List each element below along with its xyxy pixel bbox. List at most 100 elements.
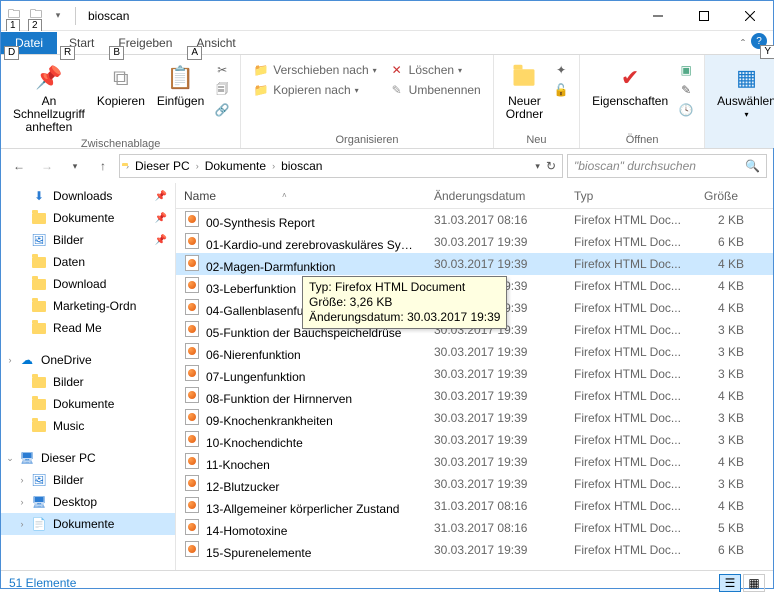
file-row[interactable]: 08-Funktion der Hirnnerven30.03.2017 19:… (176, 385, 773, 407)
pin-to-quickaccess-button[interactable]: 📌 An Schnellzugriff anheften (7, 59, 91, 136)
tree-label: Bilder (53, 233, 84, 247)
tab-file[interactable]: Datei D (1, 32, 57, 54)
file-date: 30.03.2017 19:39 (426, 389, 566, 403)
file-row[interactable]: 00-Synthesis Report31.03.2017 08:16Firef… (176, 209, 773, 231)
file-row[interactable]: 14-Homotoxine31.03.2017 08:16Firefox HTM… (176, 517, 773, 539)
copy-button[interactable]: ⧉ Kopieren (91, 59, 151, 110)
window-title: bioscan (88, 9, 129, 23)
address-bar[interactable]: › Dieser PC › Dokumente › bioscan ▾ ↻ (119, 154, 563, 178)
delete-icon: ✕ (389, 62, 405, 78)
file-row[interactable]: 10-Knochendichte30.03.2017 19:39Firefox … (176, 429, 773, 451)
tab-start[interactable]: Start R (57, 32, 106, 54)
expand-icon[interactable]: › (17, 519, 27, 529)
close-button[interactable] (727, 1, 773, 31)
file-row[interactable]: 02-Magen-Darmfunktion30.03.2017 19:39Fir… (176, 253, 773, 275)
properties-button[interactable]: ✔ Eigenschaften (586, 59, 674, 110)
tree-item[interactable]: Marketing-Ordn (1, 295, 175, 317)
html-file-icon (184, 321, 200, 337)
tab-share[interactable]: Freigeben B (106, 32, 184, 54)
file-name: 07-Lungenfunktion (206, 370, 305, 384)
tree-item[interactable]: ›📄Dokumente (1, 513, 175, 535)
column-type[interactable]: Typ (566, 189, 696, 203)
new-folder-button[interactable]: Neuer Ordner (500, 59, 549, 123)
new-item-icon: ✦ (553, 62, 569, 78)
open-button[interactable]: ▣ (676, 61, 696, 79)
qat-properties[interactable]: 🗀 2 (25, 5, 47, 27)
file-type: Firefox HTML Doc... (566, 433, 696, 447)
expand-icon[interactable]: › (17, 475, 27, 485)
dropdown-button[interactable]: ▾ (535, 161, 540, 172)
easy-access-button[interactable]: 🔓 (551, 81, 571, 99)
tree-item[interactable]: ›☁OneDrive (1, 349, 175, 371)
tree-item[interactable]: ⬇Downloads📌 (1, 185, 175, 207)
new-item-button[interactable]: ✦ (551, 61, 571, 79)
file-row[interactable]: 07-Lungenfunktion30.03.2017 19:39Firefox… (176, 363, 773, 385)
tree-item[interactable]: Read Me (1, 317, 175, 339)
rename-button[interactable]: ✎Umbenennen (387, 81, 483, 99)
file-list-body[interactable]: Typ: Firefox HTML Document Größe: 3,26 K… (176, 209, 773, 570)
history-button[interactable]: 🕓 (676, 101, 696, 119)
group-label: Neu (526, 132, 546, 146)
collapse-ribbon-button[interactable]: ˆ (741, 37, 745, 51)
forward-button[interactable]: → (35, 154, 59, 178)
file-row[interactable]: 11-Knochen30.03.2017 19:39Firefox HTML D… (176, 451, 773, 473)
file-row[interactable]: 13-Allgemeiner körperlicher Zustand31.03… (176, 495, 773, 517)
tree-item[interactable]: Dokumente (1, 393, 175, 415)
cut-icon: ✂ (214, 62, 230, 78)
navigation-tree[interactable]: ⬇Downloads📌Dokumente📌🖼Bilder📌DatenDownlo… (1, 183, 176, 570)
delete-button[interactable]: ✕Löschen ▾ (387, 61, 483, 79)
group-label: Öffnen (626, 132, 659, 146)
select-button[interactable]: ▦ Auswählen ▾ (711, 59, 774, 123)
chevron-right-icon[interactable]: › (272, 161, 275, 171)
column-name[interactable]: Name ˄ (176, 189, 426, 203)
paste-button[interactable]: 📋 Einfügen (151, 59, 210, 110)
chevron-right-icon[interactable]: › (196, 161, 199, 171)
qat-nav-back[interactable]: 🗀 1 (3, 5, 25, 27)
tree-item[interactable]: ›🖼Bilder (1, 469, 175, 491)
file-size: 3 KB (696, 345, 752, 359)
tree-item[interactable]: Download (1, 273, 175, 295)
file-row[interactable]: 09-Knochenkrankheiten30.03.2017 19:39Fir… (176, 407, 773, 429)
rename-icon: ✎ (389, 82, 405, 98)
cut-button[interactable]: ✂ (212, 61, 232, 79)
tree-label: Bilder (53, 375, 84, 389)
expand-icon[interactable]: › (5, 355, 15, 365)
tree-item[interactable]: Dokumente📌 (1, 207, 175, 229)
file-row[interactable]: 06-Nierenfunktion30.03.2017 19:39Firefox… (176, 341, 773, 363)
tree-item[interactable]: ›🖥Desktop (1, 491, 175, 513)
refresh-button[interactable]: ↻ (546, 159, 556, 173)
file-row[interactable]: 15-Spurenelemente30.03.2017 19:39Firefox… (176, 539, 773, 561)
column-date[interactable]: Änderungsdatum (426, 189, 566, 203)
button-label: Eigenschaften (592, 95, 668, 108)
column-size[interactable]: Größe (696, 189, 752, 203)
breadcrumb-item[interactable]: Dokumente (203, 159, 268, 173)
move-to-button[interactable]: 📁Verschieben nach ▾ (251, 61, 378, 79)
tab-view[interactable]: Ansicht A (184, 32, 247, 54)
copy-to-button[interactable]: 📁Kopieren nach ▾ (251, 81, 378, 99)
maximize-button[interactable] (681, 1, 727, 31)
tree-label: Bilder (53, 473, 84, 487)
group-label (745, 132, 748, 146)
file-row[interactable]: 01-Kardio-und zerebrovaskuläres System30… (176, 231, 773, 253)
qat-dropdown[interactable]: ▾ (47, 5, 69, 27)
recent-locations-button[interactable]: ▾ (63, 154, 87, 178)
tree-item[interactable]: 🖼Bilder📌 (1, 229, 175, 251)
tree-item[interactable]: Bilder (1, 371, 175, 393)
tree-item[interactable]: Music (1, 415, 175, 437)
expand-icon[interactable]: ⌄ (5, 453, 15, 464)
search-box[interactable]: "bioscan" durchsuchen 🔍 (567, 154, 767, 178)
tree-icon (31, 210, 47, 226)
file-row[interactable]: 12-Blutzucker30.03.2017 19:39Firefox HTM… (176, 473, 773, 495)
breadcrumb-item[interactable]: Dieser PC (133, 159, 192, 173)
expand-icon[interactable]: › (17, 497, 27, 507)
tree-item[interactable]: ⌄🖥Dieser PC (1, 447, 175, 469)
up-button[interactable]: ↑ (91, 154, 115, 178)
edit-button[interactable]: ✎ (676, 81, 696, 99)
minimize-button[interactable] (635, 1, 681, 31)
breadcrumb-item[interactable]: bioscan (279, 159, 324, 173)
paste-shortcut-button[interactable]: 🔗 (212, 101, 232, 119)
tab-label: Freigeben (118, 36, 172, 50)
back-button[interactable]: ← (7, 154, 31, 178)
copy-path-button[interactable]: 🗐 (212, 81, 232, 99)
tree-item[interactable]: Daten (1, 251, 175, 273)
